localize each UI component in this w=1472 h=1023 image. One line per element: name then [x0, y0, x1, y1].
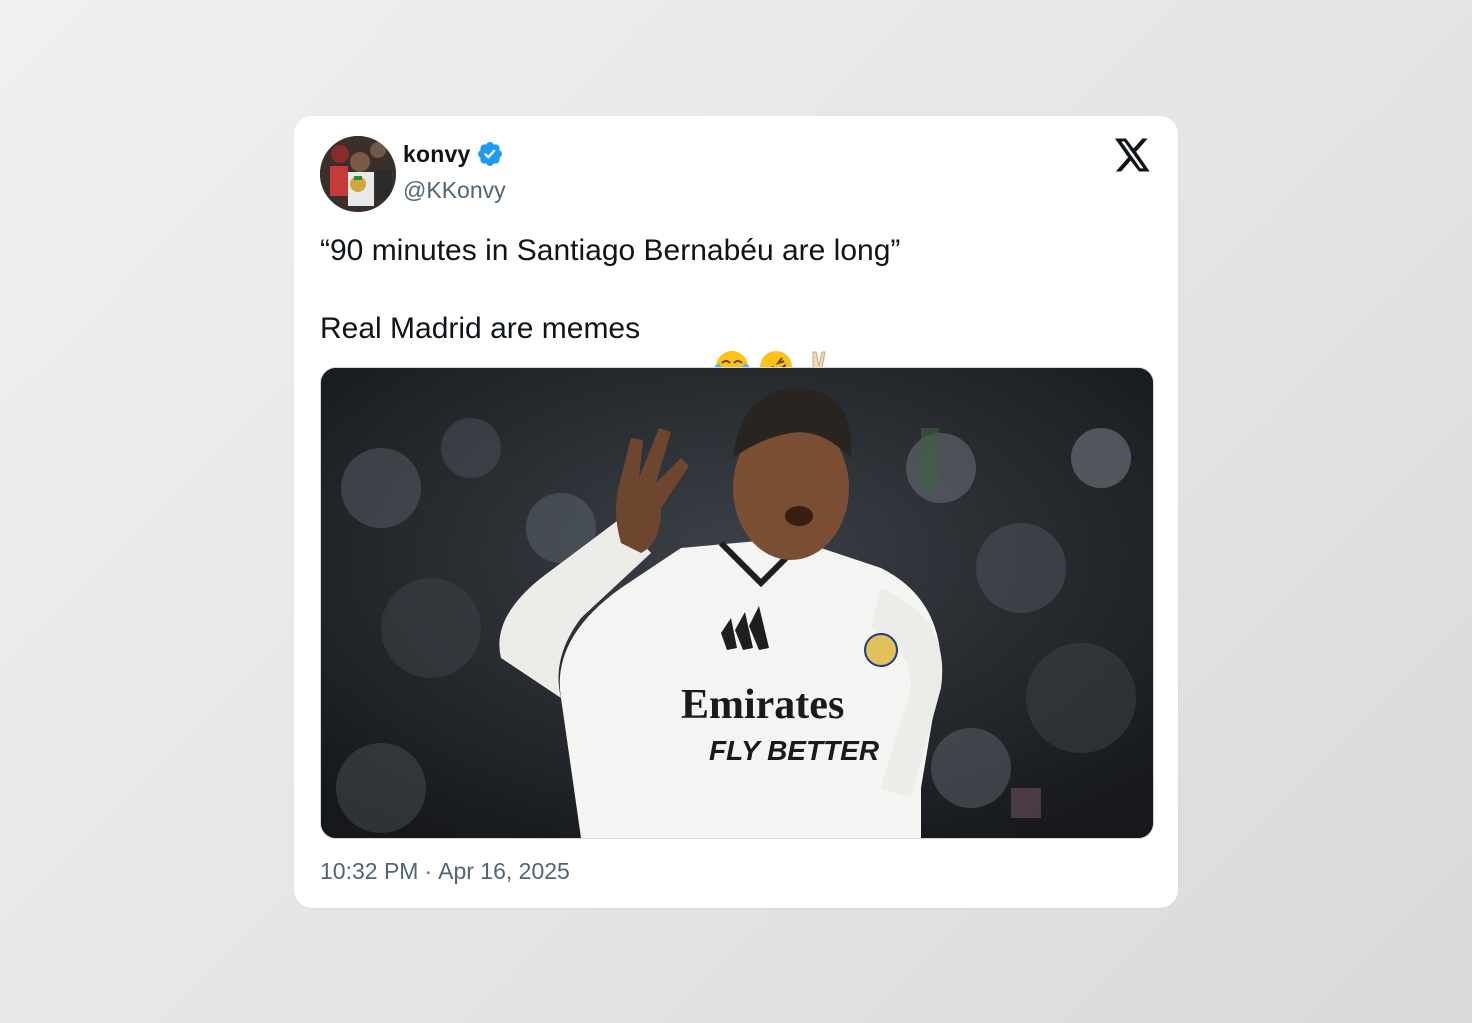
- post-date[interactable]: Apr 16, 2025: [438, 858, 570, 885]
- post-timestamp[interactable]: 10:32 PM · Apr 16, 2025: [320, 858, 570, 885]
- post-text-line-2: Real Madrid are memes: [320, 312, 641, 345]
- tears-of-joy-emoji-icon: [646, 310, 750, 383]
- author-display-name[interactable]: konvy: [403, 141, 470, 168]
- author-name-row[interactable]: konvy: [403, 140, 504, 168]
- jersey-sponsor-text: Emirates: [681, 682, 844, 728]
- author-handle[interactable]: @KKonvy: [403, 177, 506, 204]
- jersey-slogan-text: FLY BETTER: [709, 735, 880, 766]
- x-logo-icon[interactable]: [1115, 138, 1151, 172]
- author-avatar[interactable]: [320, 136, 396, 212]
- verified-badge-icon: [476, 140, 504, 168]
- post-text-line-2-row: Real Madrid are memes: [320, 310, 1150, 385]
- post-text: “90 minutes in Santiago Bernabéu are lon…: [320, 232, 1150, 385]
- post-time[interactable]: 10:32 PM: [320, 858, 418, 885]
- timestamp-separator: ·: [424, 858, 433, 884]
- rolling-on-floor-laughing-emoji-icon: [690, 310, 792, 383]
- post-media-photo[interactable]: Emirates FLY BETTER: [320, 367, 1154, 839]
- post-card: konvy @KKonvy “90 minutes in Santiago Be…: [294, 116, 1178, 908]
- victory-hand-emoji-icon: [734, 310, 828, 385]
- post-text-line-1: “90 minutes in Santiago Bernabéu are lon…: [320, 234, 901, 267]
